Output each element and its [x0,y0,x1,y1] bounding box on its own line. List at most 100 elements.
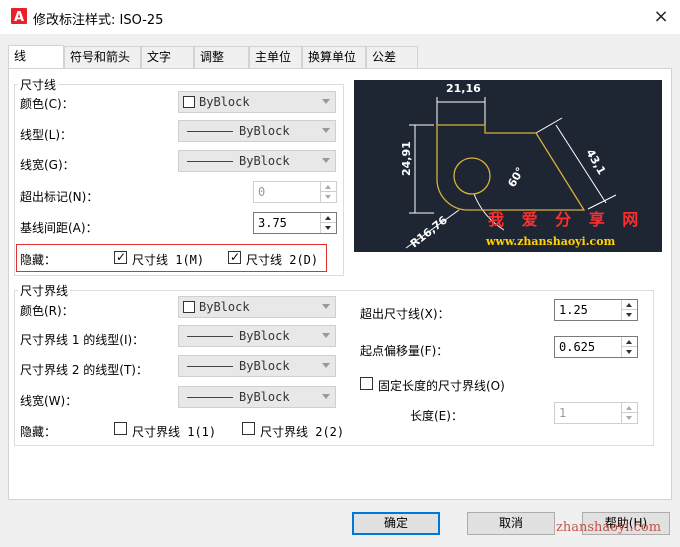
dimline2-checkbox[interactable]: ✓ [228,250,241,264]
extension-lines-title: 尺寸界线 [18,282,71,299]
checkmark-icon: ✓ [230,250,241,264]
dimline2-label: 尺寸线 2(D) [246,253,319,267]
dimline-linetype-value: ByBlock [239,124,290,138]
spin-down-button[interactable] [622,413,637,423]
ok-button[interactable]: 确定 [352,512,440,535]
dimline1-label: 尺寸线 1(M) [132,253,205,267]
spin-down-button[interactable] [622,347,637,357]
length-label: 长度(E)： [410,409,463,423]
arrow-up-icon [626,340,632,344]
chevron-down-icon [322,99,330,104]
extline2-label: 尺寸界线 2(2) [260,425,345,439]
watermark-chinese: 我 爱 分 享 网 [488,210,645,229]
tab-lines[interactable]: 线 [8,45,64,69]
arrow-up-icon [626,303,632,307]
extline-color-value: ByBlock [199,300,250,314]
arrow-down-icon [626,313,632,317]
color-swatch [183,96,195,108]
extline1-linetype-label: 尺寸界线 1 的线型(I)： [20,333,145,347]
line-sample [187,397,233,398]
baseline-spacing-label: 基线间距(A)： [20,221,98,235]
spinner-buttons [621,337,637,357]
tab-text[interactable]: 文字 [141,46,194,68]
window-title: 修改标注样式: ISO-25 [33,13,164,28]
offset-from-origin-label: 起点偏移量(F)： [360,344,449,358]
extend-beyond-dimlines-label: 超出尺寸线(X)： [360,307,450,321]
dim-text-angle: 60° [505,165,527,190]
line-sample [187,336,233,337]
fixed-length-checkbox[interactable] [360,377,373,390]
arrow-up-icon [325,185,331,189]
spinner-buttons [621,300,637,320]
chevron-down-icon [322,394,330,399]
dimline-color-select[interactable]: ByBlock [178,91,336,113]
extline1-label: 尺寸界线 1(1) [132,425,217,439]
spin-down-button[interactable] [622,310,637,320]
extline-lineweight-select[interactable]: ByBlock [178,386,336,408]
extend-beyond-ticks-spinner[interactable]: 0 [253,181,337,203]
extline2-linetype-value: ByBlock [239,359,290,373]
spin-up-button[interactable] [622,337,637,347]
extline1-linetype-select[interactable]: ByBlock [178,325,336,347]
extline2-linetype-select[interactable]: ByBlock [178,355,336,377]
spin-down-button[interactable] [321,223,336,233]
dimline-color-value: ByBlock [199,95,250,109]
dim-text-right: 43,1 [583,147,608,177]
extline1-linetype-value: ByBlock [239,329,290,343]
cancel-button[interactable]: 取消 [467,512,555,535]
spinner-buttons [320,213,336,233]
dimline1-checkbox[interactable]: ✓ [114,250,127,264]
spin-up-button[interactable] [321,213,336,223]
arrow-down-icon [325,226,331,230]
dimline-linetype-label: 线型(L)： [20,128,73,142]
color-swatch [183,301,195,313]
extline-color-select[interactable]: ByBlock [178,296,336,318]
extline-color-label: 颜色(R)： [20,304,74,318]
chevron-down-icon [322,128,330,133]
extend-beyond-dimlines-value: 1.25 [559,303,588,317]
tab-alternate-units[interactable]: 换算单位 [302,46,366,68]
tab-primary-units[interactable]: 主单位 [249,46,302,68]
length-spinner[interactable]: 1 [554,402,638,424]
spin-up-button[interactable] [622,300,637,310]
arrow-up-icon [626,406,632,410]
dimline-lineweight-label: 线宽(G)： [20,158,75,172]
baseline-spacing-spinner[interactable]: 3.75 [253,212,337,234]
extend-beyond-dimlines-spinner[interactable]: 1.25 [554,299,638,321]
line-sample [187,366,233,367]
tab-fit[interactable]: 调整 [194,46,249,68]
spin-up-button[interactable] [321,182,336,192]
autocad-logo-icon: A [11,8,27,24]
dimline-color-label: 颜色(C)： [20,97,74,111]
extline-lineweight-value: ByBlock [239,390,290,404]
ext-line [535,117,563,134]
tab-symbols-arrows[interactable]: 符号和箭头 [64,46,141,68]
spin-up-button[interactable] [622,403,637,413]
dimline-lineweight-value: ByBlock [239,154,290,168]
line-sample [187,131,233,132]
watermark-url: www.zhanshaoyi.com [486,235,616,248]
chevron-down-icon [322,363,330,368]
extline2-linetype-label: 尺寸界线 2 的线型(T)： [20,363,148,377]
offset-from-origin-value: 0.625 [559,340,596,354]
extline1-checkbox[interactable] [114,422,127,435]
footer-watermark: zhanshaoyi.com [556,520,662,535]
spinner-buttons [621,403,637,423]
arrow-down-icon [626,350,632,354]
part-hole [453,157,491,195]
tab-tolerances[interactable]: 公差 [366,46,418,68]
part-outline [436,124,586,211]
spin-down-button[interactable] [321,192,336,202]
spinner-buttons [320,182,336,202]
close-button[interactable]: × [648,4,674,30]
offset-from-origin-spinner[interactable]: 0.625 [554,336,638,358]
length-value: 1 [559,406,567,420]
dim-text-radius: R16,76 [408,213,450,250]
dimline-suppress-label: 隐藏： [20,253,57,267]
dimline-linetype-select[interactable]: ByBlock [178,120,336,142]
checkmark-icon: ✓ [116,250,127,264]
dimline-lineweight-select[interactable]: ByBlock [178,150,336,172]
chevron-down-icon [322,304,330,309]
dimension-lines-title: 尺寸线 [18,76,59,93]
extline2-checkbox[interactable] [242,422,255,435]
